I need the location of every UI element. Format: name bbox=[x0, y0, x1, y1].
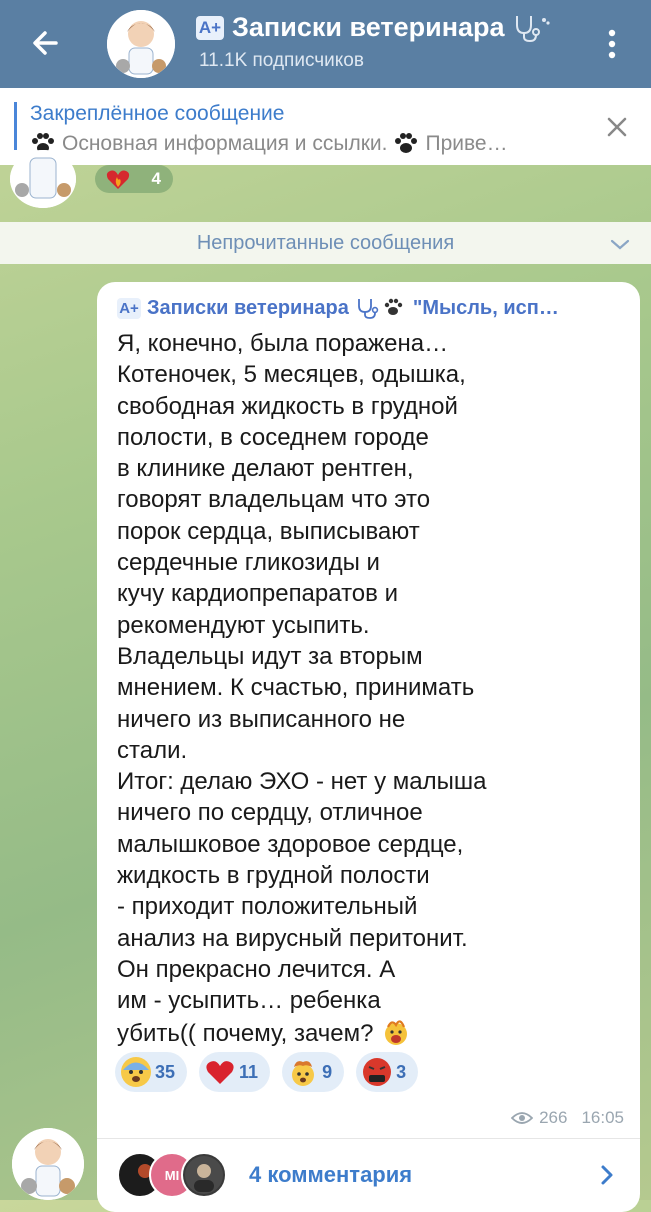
arrow-left-icon[interactable] bbox=[26, 22, 68, 64]
author-avatar[interactable] bbox=[10, 150, 76, 208]
eye-icon bbox=[511, 1112, 534, 1124]
reaction-count: 11 bbox=[239, 1061, 259, 1082]
view-count: 266 bbox=[539, 1108, 568, 1127]
pinned-indicator bbox=[14, 102, 17, 150]
channel-name: Записки ветеринара bbox=[232, 12, 505, 42]
forwarded-header[interactable]: A+ Записки ветеринара "Мысль, исп… bbox=[117, 296, 559, 320]
chevron-down-icon[interactable] bbox=[608, 234, 632, 254]
reaction-chip[interactable]: 9 bbox=[282, 1052, 345, 1092]
message-bubble[interactable]: A+ Записки ветеринара "Мысль, исп… Я, ко… bbox=[97, 282, 640, 1212]
reaction-chip[interactable]: 4 bbox=[95, 165, 173, 193]
cursing-face-icon bbox=[362, 1057, 392, 1087]
commenter-initials: MI bbox=[164, 1167, 180, 1183]
commenter-avatar bbox=[181, 1152, 227, 1198]
pinned-preview: Основная информация и ссылки. Приве… bbox=[30, 132, 508, 156]
forward-badge: A+ bbox=[117, 297, 141, 319]
reactions-row: 35 11 9 3 bbox=[115, 1052, 419, 1092]
forward-source: Записки ветеринара bbox=[147, 296, 349, 319]
stethoscope-paw-icon bbox=[357, 298, 403, 319]
reaction-count: 3 bbox=[396, 1061, 407, 1082]
chevron-right-icon bbox=[601, 1165, 613, 1185]
close-icon[interactable] bbox=[602, 112, 632, 142]
channel-badge: A+ bbox=[196, 15, 224, 40]
author-avatar[interactable] bbox=[12, 1128, 84, 1200]
comments-button[interactable]: MI 4 комментария bbox=[117, 1150, 627, 1200]
hot-face-emoji-icon bbox=[385, 1019, 408, 1045]
paw-icon bbox=[395, 133, 418, 153]
reaction-count: 9 bbox=[322, 1061, 333, 1082]
reaction-chip[interactable]: 3 bbox=[356, 1052, 419, 1092]
pinned-text: Основная информация и ссылки. bbox=[62, 132, 388, 155]
pinned-message-bar[interactable]: Закреплённое сообщение Основная информац… bbox=[0, 88, 651, 165]
exploding-head-icon bbox=[288, 1057, 318, 1087]
message-meta: 266 16:05 bbox=[511, 1108, 624, 1128]
forward-quote: "Мысль, исп… bbox=[412, 296, 559, 319]
red-heart-icon bbox=[205, 1057, 235, 1087]
reaction-chip[interactable]: 35 bbox=[115, 1052, 188, 1092]
reaction-chip[interactable]: 11 bbox=[199, 1052, 271, 1092]
fearful-face-icon bbox=[121, 1057, 151, 1087]
reaction-count: 35 bbox=[155, 1061, 176, 1082]
message-text: Я, конечно, была поражена… Котеночек, 5 … bbox=[117, 328, 627, 1049]
kebab-icon[interactable] bbox=[598, 26, 626, 62]
comments-divider bbox=[97, 1138, 640, 1139]
heart-on-fire-icon bbox=[106, 170, 130, 189]
unread-label: Непрочитанные сообщения bbox=[196, 232, 455, 254]
pinned-text-more: Приве… bbox=[425, 132, 508, 155]
reaction-count: 4 bbox=[151, 169, 161, 188]
channel-title[interactable]: A+ Записки ветеринара bbox=[196, 12, 551, 43]
message-body: Я, конечно, была поражена… Котеночек, 5 … bbox=[117, 330, 487, 1047]
channel-avatar[interactable] bbox=[107, 10, 175, 78]
comments-label: 4 комментария bbox=[249, 1162, 413, 1187]
unread-divider: Непрочитанные сообщения bbox=[0, 222, 651, 264]
channel-header: A+ Записки ветеринара 11.1K подписчиков bbox=[0, 0, 651, 88]
stethoscope-icon bbox=[515, 15, 550, 42]
pinned-title: Закреплённое сообщение bbox=[30, 102, 285, 125]
subscriber-count: 11.1K подписчиков bbox=[199, 50, 364, 71]
message-time: 16:05 bbox=[581, 1108, 624, 1127]
